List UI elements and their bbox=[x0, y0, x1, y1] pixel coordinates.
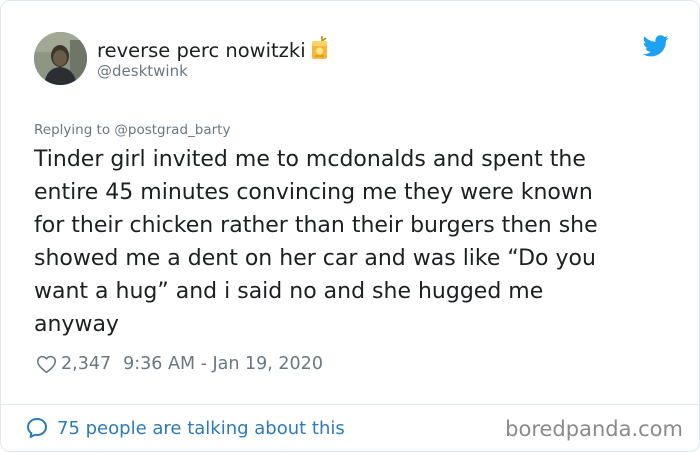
tweet-text: Tinder girl invited me to mcdonalds and … bbox=[34, 147, 598, 337]
juice-box-icon bbox=[311, 36, 327, 59]
replying-to-text[interactable]: Replying to @postgrad_barty bbox=[34, 122, 230, 138]
divider bbox=[1, 404, 699, 405]
speech-bubble-icon bbox=[27, 418, 47, 438]
watermark: boredpanda.com bbox=[505, 417, 683, 441]
display-name-text: reverse perc nowitzki bbox=[97, 39, 306, 62]
heart-icon[interactable] bbox=[36, 354, 57, 375]
like-count[interactable]: 2,347 bbox=[61, 354, 111, 374]
timestamp[interactable]: 9:36 AM - Jan 19, 2020 bbox=[123, 354, 323, 374]
user-handle[interactable]: @desktwink bbox=[97, 62, 188, 80]
conversation-link[interactable]: 75 people are talking about this bbox=[25, 415, 345, 441]
display-name[interactable]: reverse perc nowitzki bbox=[97, 36, 330, 63]
avatar[interactable] bbox=[34, 32, 87, 85]
twitter-bird-icon[interactable] bbox=[643, 35, 669, 57]
avatar-photo bbox=[34, 32, 87, 85]
tweet-meta: 2,347 9:36 AM - Jan 19, 2020 bbox=[36, 352, 323, 376]
tweet-card: reverse perc nowitzki @desktwink Replyin… bbox=[0, 0, 700, 452]
conversation-text: 75 people are talking about this bbox=[57, 417, 345, 439]
